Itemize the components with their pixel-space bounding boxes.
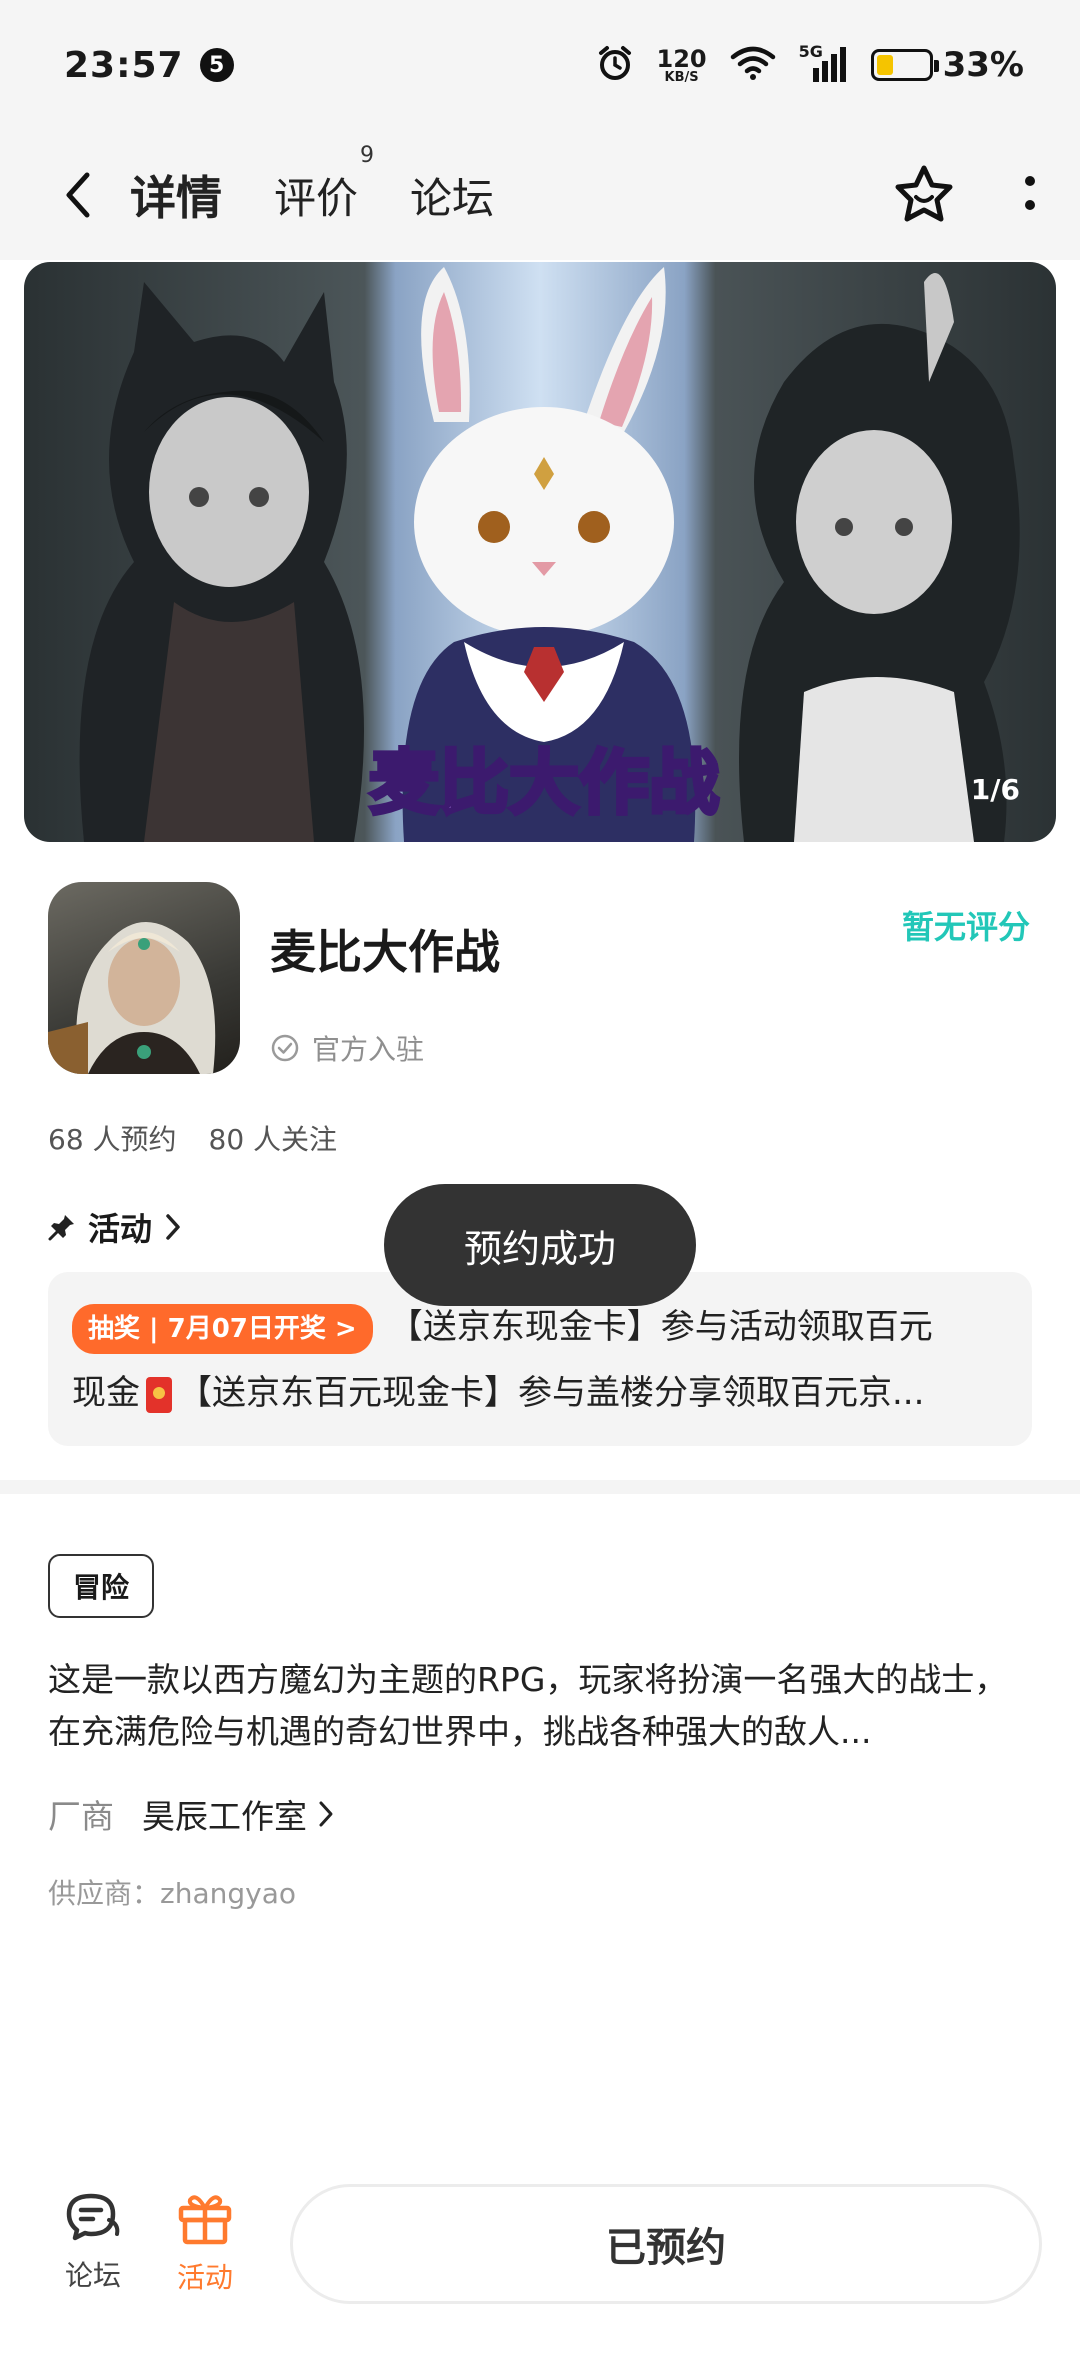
activity-header-label: 活动 (88, 1210, 153, 1248)
status-indicators: 120 KB/S 5G 33% (595, 42, 1024, 87)
status-time: 23:57 (64, 44, 184, 86)
battery-indicator: 33% (870, 45, 1024, 85)
app-name: 麦比大作战 (270, 925, 500, 979)
game-description[interactable]: 这是一款以西方魔幻为主题的RPG，玩家将扮演一名强大的战士，在充满危险与机遇的奇… (48, 1654, 1032, 1758)
activity-text-2-prefix: 现金 (72, 1373, 140, 1413)
tab-details[interactable]: 详情 (124, 162, 228, 230)
screenshot-carousel[interactable]: 麦比大作战 1/6 (24, 262, 1056, 842)
banner-logo-text: 麦比大作战 (369, 742, 719, 824)
top-nav-bar: 详情 评价 9 论坛 (0, 130, 1080, 260)
follower-count: 80 人关注 (208, 1123, 338, 1156)
tab-reviews[interactable]: 评价 9 (274, 143, 374, 226)
bottom-activity-button[interactable]: 活动 (150, 2190, 260, 2296)
activity-text-1: 【送京东现金卡】参与活动领取百元 (388, 1307, 933, 1347)
more-options-button[interactable] (1020, 173, 1040, 217)
reviews-count-badge: 9 (360, 142, 375, 168)
battery-icon (870, 49, 939, 81)
network-speed-unit: KB/S (664, 69, 699, 85)
official-badge: 官方入驻 (270, 1028, 424, 1068)
chevron-right-icon (166, 1214, 180, 1240)
genre-tag[interactable]: 冒险 (48, 1554, 154, 1618)
network-speed-value: 120 (656, 44, 707, 73)
vendor-row[interactable]: 厂商 昊辰工作室 (48, 1790, 335, 1838)
chevron-right-icon (319, 1801, 333, 1827)
tab-forum-label: 论坛 (410, 173, 495, 223)
wifi-icon (729, 45, 777, 85)
bottom-activity-label: 活动 (176, 2261, 233, 2294)
favorite-button[interactable] (892, 163, 956, 227)
battery-percent: 33% (942, 45, 1024, 85)
red-packet-icon (146, 1376, 172, 1413)
bottom-action-bar: 论坛 活动 已预约 (0, 2160, 1080, 2375)
star-icon (895, 165, 953, 222)
vendor-label: 厂商 (48, 1797, 114, 1836)
chat-bubble-icon (66, 2193, 120, 2241)
chevron-left-icon (66, 172, 90, 218)
supplier-info: 供应商：zhangyao (48, 1877, 296, 1910)
gift-icon (178, 2195, 232, 2245)
section-divider (0, 1480, 1080, 1494)
vendor-name: 昊辰工作室 (142, 1797, 307, 1836)
banner-artwork: 麦比大作战 (79, 267, 1020, 842)
toast-message: 预约成功 (384, 1184, 696, 1306)
app-icon (48, 882, 240, 1074)
status-bar: 23:57 5 120 KB/S 5G 33% (0, 0, 1080, 130)
activity-line-2: 现金 【送京东百元现金卡】参与盖楼分享领取百元京... (72, 1360, 1008, 1426)
official-label: 官方入驻 (312, 1033, 425, 1066)
app-stats: 68 人预约 80 人关注 (48, 1118, 337, 1158)
rating-label: 暂无评分 (901, 908, 1030, 946)
battery-fill (876, 55, 894, 75)
carousel-counter: 1/6 (970, 773, 1020, 806)
more-vertical-icon (1025, 176, 1035, 210)
notification-count-badge: 5 (199, 48, 234, 82)
lottery-tag[interactable]: 抽奖 | 7月07日开奖 > (72, 1303, 373, 1354)
bottom-forum-button[interactable]: 论坛 (38, 2190, 148, 2294)
tab-details-label: 详情 (130, 171, 222, 225)
pin-icon (48, 1215, 74, 1241)
reservation-count: 68 人预约 (48, 1123, 177, 1156)
activity-section-header[interactable]: 活动 (48, 1204, 182, 1250)
activity-text-2: 【送京东百元现金卡】参与盖楼分享领取百元京... (178, 1373, 925, 1413)
tab-reviews-label: 评价 (274, 173, 359, 223)
reserved-button[interactable]: 已预约 (290, 2184, 1042, 2304)
check-circle-icon (271, 1034, 299, 1062)
alarm-icon (595, 43, 635, 87)
cellular-signal-icon: 5G (799, 42, 849, 84)
network-speed: 120 KB/S (657, 47, 707, 84)
bottom-forum-label: 论坛 (64, 2259, 121, 2292)
back-button[interactable] (50, 155, 106, 235)
tab-forum[interactable]: 论坛 (410, 165, 494, 226)
